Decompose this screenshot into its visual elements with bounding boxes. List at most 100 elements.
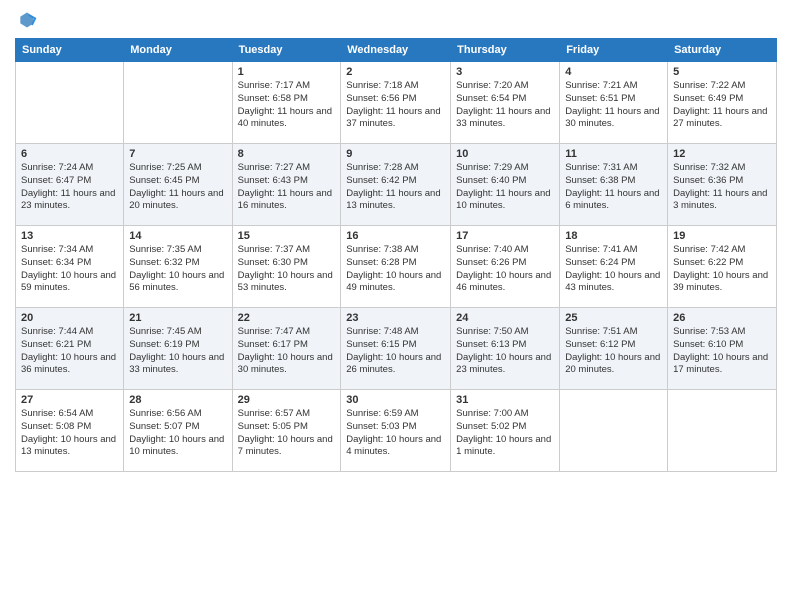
weekday-header-thursday: Thursday [451,39,560,62]
calendar-cell: 2 Sunrise: 7:18 AM Sunset: 6:56 PM Daylig… [341,62,451,144]
day-info: Sunrise: 7:44 AM Sunset: 6:21 PM Dayligh… [21,326,118,377]
day-info: Sunrise: 7:29 AM Sunset: 6:40 PM Dayligh… [456,162,554,213]
day-info: Sunrise: 7:34 AM Sunset: 6:34 PM Dayligh… [21,244,118,295]
day-info: Sunrise: 7:40 AM Sunset: 6:26 PM Dayligh… [456,244,554,295]
day-number: 5 [673,66,771,78]
day-info: Sunrise: 6:59 AM Sunset: 5:03 PM Dayligh… [346,408,445,459]
day-number: 12 [673,148,771,160]
calendar-cell: 30 Sunrise: 6:59 AM Sunset: 5:03 PM Dayli… [341,390,451,472]
calendar-cell: 6Sunrise: 7:24 AM Sunset: 6:47 PM Daylig… [16,144,124,226]
calendar-cell: 25 Sunrise: 7:51 AM Sunset: 6:12 PM Dayli… [560,308,668,390]
day-info: Sunrise: 7:24 AM Sunset: 6:47 PM Dayligh… [21,162,118,213]
day-number: 24 [456,312,554,324]
calendar: SundayMondayTuesdayWednesdayThursdayFrid… [15,38,777,472]
calendar-cell [124,62,232,144]
day-number: 2 [346,66,445,78]
day-number: 20 [21,312,118,324]
day-number: 4 [565,66,662,78]
day-info: Sunrise: 7:38 AM Sunset: 6:28 PM Dayligh… [346,244,445,295]
day-info: Sunrise: 7:45 AM Sunset: 6:19 PM Dayligh… [129,326,226,377]
calendar-cell: 7 Sunrise: 7:25 AM Sunset: 6:45 PM Daylig… [124,144,232,226]
day-number: 21 [129,312,226,324]
day-number: 25 [565,312,662,324]
day-number: 11 [565,148,662,160]
calendar-cell: 8Sunrise: 7:27 AM Sunset: 6:43 PM Daylig… [232,144,341,226]
weekday-header-sunday: Sunday [16,39,124,62]
day-number: 27 [21,394,118,406]
calendar-cell [16,62,124,144]
day-info: Sunrise: 7:47 AM Sunset: 6:17 PM Dayligh… [238,326,336,377]
day-info: Sunrise: 7:31 AM Sunset: 6:38 PM Dayligh… [565,162,662,213]
calendar-cell [560,390,668,472]
day-info: Sunrise: 7:17 AM Sunset: 6:58 PM Dayligh… [238,80,336,131]
day-number: 3 [456,66,554,78]
day-number: 26 [673,312,771,324]
day-number: 15 [238,230,336,242]
day-number: 18 [565,230,662,242]
calendar-cell: 12Sunrise: 7:32 AM Sunset: 6:36 PM Dayli… [668,144,777,226]
day-number: 28 [129,394,226,406]
day-info: Sunrise: 7:42 AM Sunset: 6:22 PM Dayligh… [673,244,771,295]
calendar-week-3: 13 Sunrise: 7:34 AM Sunset: 6:34 PM Dayli… [16,226,777,308]
calendar-cell: 11 Sunrise: 7:31 AM Sunset: 6:38 PM Dayli… [560,144,668,226]
day-info: Sunrise: 7:25 AM Sunset: 6:45 PM Dayligh… [129,162,226,213]
calendar-cell: 20 Sunrise: 7:44 AM Sunset: 6:21 PM Dayli… [16,308,124,390]
calendar-cell: 15 Sunrise: 7:37 AM Sunset: 6:30 PM Dayli… [232,226,341,308]
day-number: 19 [673,230,771,242]
calendar-cell: 3 Sunrise: 7:20 AM Sunset: 6:54 PM Daylig… [451,62,560,144]
calendar-cell: 19 Sunrise: 7:42 AM Sunset: 6:22 PM Dayli… [668,226,777,308]
calendar-cell: 16 Sunrise: 7:38 AM Sunset: 6:28 PM Dayli… [341,226,451,308]
weekday-header-tuesday: Tuesday [232,39,341,62]
day-number: 13 [21,230,118,242]
calendar-cell: 4 Sunrise: 7:21 AM Sunset: 6:51 PM Daylig… [560,62,668,144]
calendar-header-row: SundayMondayTuesdayWednesdayThursdayFrid… [16,39,777,62]
day-info: Sunrise: 7:35 AM Sunset: 6:32 PM Dayligh… [129,244,226,295]
page: SundayMondayTuesdayWednesdayThursdayFrid… [0,0,792,612]
day-info: Sunrise: 7:41 AM Sunset: 6:24 PM Dayligh… [565,244,662,295]
calendar-cell: 31 Sunrise: 7:00 AM Sunset: 5:02 PM Dayli… [451,390,560,472]
day-number: 22 [238,312,336,324]
calendar-cell: 27Sunrise: 6:54 AM Sunset: 5:08 PM Dayli… [16,390,124,472]
calendar-cell: 29 Sunrise: 6:57 AM Sunset: 5:05 PM Dayli… [232,390,341,472]
calendar-week-5: 27Sunrise: 6:54 AM Sunset: 5:08 PM Dayli… [16,390,777,472]
calendar-week-1: 1 Sunrise: 7:17 AM Sunset: 6:58 PM Daylig… [16,62,777,144]
calendar-week-4: 20 Sunrise: 7:44 AM Sunset: 6:21 PM Dayli… [16,308,777,390]
calendar-cell: 10Sunrise: 7:29 AM Sunset: 6:40 PM Dayli… [451,144,560,226]
day-info: Sunrise: 7:28 AM Sunset: 6:42 PM Dayligh… [346,162,445,213]
calendar-cell: 24 Sunrise: 7:50 AM Sunset: 6:13 PM Dayli… [451,308,560,390]
calendar-cell: 21 Sunrise: 7:45 AM Sunset: 6:19 PM Dayli… [124,308,232,390]
day-number: 23 [346,312,445,324]
day-number: 31 [456,394,554,406]
calendar-cell: 26 Sunrise: 7:53 AM Sunset: 6:10 PM Dayli… [668,308,777,390]
day-number: 16 [346,230,445,242]
calendar-cell [668,390,777,472]
logo [15,10,37,30]
day-info: Sunrise: 7:51 AM Sunset: 6:12 PM Dayligh… [565,326,662,377]
day-info: Sunrise: 7:21 AM Sunset: 6:51 PM Dayligh… [565,80,662,131]
calendar-cell: 1 Sunrise: 7:17 AM Sunset: 6:58 PM Daylig… [232,62,341,144]
day-number: 8 [238,148,336,160]
day-info: Sunrise: 7:20 AM Sunset: 6:54 PM Dayligh… [456,80,554,131]
calendar-cell: 17 Sunrise: 7:40 AM Sunset: 6:26 PM Dayli… [451,226,560,308]
calendar-cell: 28Sunrise: 6:56 AM Sunset: 5:07 PM Dayli… [124,390,232,472]
day-info: Sunrise: 7:37 AM Sunset: 6:30 PM Dayligh… [238,244,336,295]
day-number: 17 [456,230,554,242]
calendar-cell: 23Sunrise: 7:48 AM Sunset: 6:15 PM Dayli… [341,308,451,390]
day-number: 14 [129,230,226,242]
day-number: 1 [238,66,336,78]
day-number: 29 [238,394,336,406]
day-info: Sunrise: 7:53 AM Sunset: 6:10 PM Dayligh… [673,326,771,377]
day-info: Sunrise: 7:00 AM Sunset: 5:02 PM Dayligh… [456,408,554,459]
weekday-header-monday: Monday [124,39,232,62]
calendar-cell: 18 Sunrise: 7:41 AM Sunset: 6:24 PM Dayli… [560,226,668,308]
calendar-cell: 22 Sunrise: 7:47 AM Sunset: 6:17 PM Dayli… [232,308,341,390]
day-info: Sunrise: 6:57 AM Sunset: 5:05 PM Dayligh… [238,408,336,459]
day-info: Sunrise: 7:18 AM Sunset: 6:56 PM Dayligh… [346,80,445,131]
day-number: 30 [346,394,445,406]
day-number: 7 [129,148,226,160]
weekday-header-saturday: Saturday [668,39,777,62]
day-info: Sunrise: 7:50 AM Sunset: 6:13 PM Dayligh… [456,326,554,377]
weekday-header-wednesday: Wednesday [341,39,451,62]
weekday-header-friday: Friday [560,39,668,62]
calendar-cell: 13 Sunrise: 7:34 AM Sunset: 6:34 PM Dayli… [16,226,124,308]
